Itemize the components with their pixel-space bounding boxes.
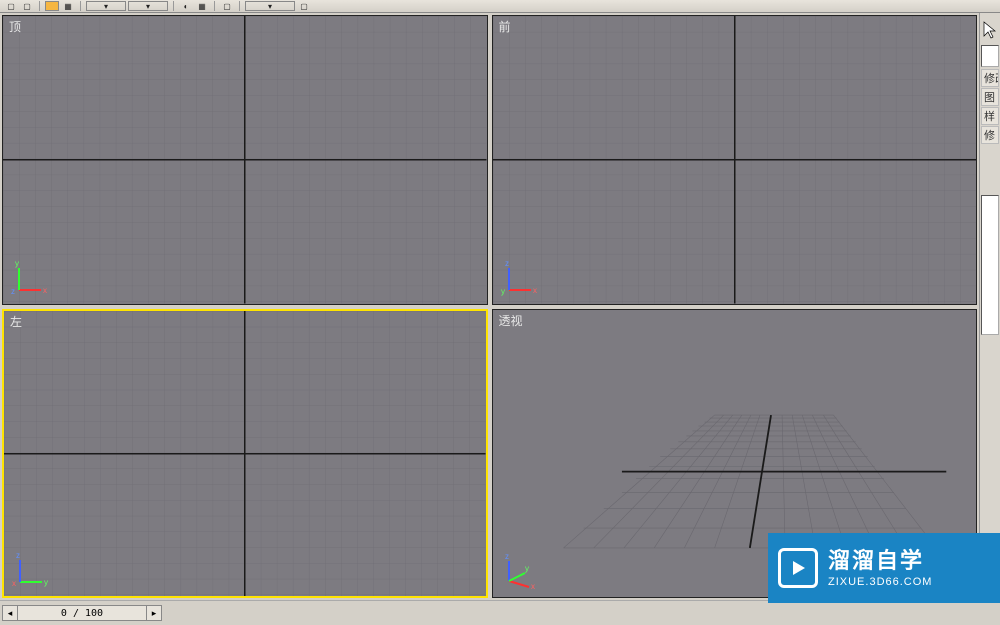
select-cursor-icon[interactable]	[980, 17, 1000, 43]
spline-row[interactable]: 样	[981, 107, 999, 125]
svg-text:y: y	[525, 564, 529, 573]
command-panel: 修改 图 样 修	[979, 13, 1000, 600]
svg-text:z: z	[505, 259, 509, 268]
axis-gizmo-icon: y z x	[12, 550, 52, 590]
viewport-label: 顶	[9, 18, 21, 35]
watermark-url: ZIXUE.3D66.COM	[828, 575, 932, 589]
toolbar-button[interactable]	[45, 1, 59, 11]
axis-gizmo-icon: x z y	[501, 258, 541, 298]
viewport-front[interactable]: 前 x z y	[492, 15, 978, 305]
viewport-grid	[4, 311, 486, 597]
svg-text:x: x	[531, 582, 535, 591]
viewport-label: 左	[10, 313, 22, 330]
toolbar-button[interactable]: ▢	[220, 1, 234, 11]
viewport-container: 顶 x y z	[2, 15, 977, 598]
name-input[interactable]	[981, 45, 999, 67]
viewport-grid	[3, 16, 487, 304]
scroll-right-button[interactable]: ▸	[146, 605, 162, 621]
viewport-label: 前	[499, 18, 511, 35]
watermark-title: 溜溜自学	[828, 547, 932, 576]
svg-text:z: z	[11, 287, 15, 296]
status-bar: ◂ 0 / 100 ▸	[0, 600, 1000, 625]
viewport-top[interactable]: 顶 x y z	[2, 15, 488, 305]
viewport-left[interactable]: 左 y z x	[2, 309, 488, 599]
toolbar-button[interactable]: ▦	[61, 1, 75, 11]
toolbar-button[interactable]: ▦	[195, 1, 209, 11]
toolbar-dropdown[interactable]: ▾	[86, 1, 126, 11]
toolbar-button[interactable]: ▢	[20, 1, 34, 11]
toolbar-button[interactable]: ▢	[4, 1, 18, 11]
viewport-grid	[493, 16, 977, 304]
modify-tab[interactable]: 修改	[981, 69, 999, 87]
svg-text:z: z	[16, 551, 20, 560]
svg-text:z: z	[505, 552, 509, 561]
toolbar-button[interactable]: ◐	[179, 1, 193, 11]
scroll-left-button[interactable]: ◂	[2, 605, 18, 621]
svg-text:y: y	[15, 259, 19, 268]
watermark-badge: 溜溜自学 ZIXUE.3D66.COM	[768, 533, 1000, 603]
svg-text:x: x	[533, 286, 537, 295]
params-row[interactable]: 修	[981, 126, 999, 144]
time-slider[interactable]: ◂ 0 / 100 ▸	[2, 605, 998, 621]
svg-text:y: y	[501, 287, 505, 296]
modifier-stack[interactable]	[981, 195, 999, 335]
shape-row[interactable]: 图	[981, 88, 999, 106]
toolbar-button[interactable]: ▢	[297, 1, 311, 11]
axis-gizmo-icon: x z y	[501, 551, 541, 591]
toolbar-dropdown[interactable]: ▾	[128, 1, 168, 11]
svg-text:x: x	[12, 579, 16, 588]
axis-gizmo-icon: x y z	[11, 258, 51, 298]
viewport-label: 透视	[499, 312, 523, 329]
svg-text:y: y	[44, 578, 48, 587]
main-toolbar: ▢ ▢ ▦ ▾ ▾ ◐ ▦ ▢ ▾ ▢	[0, 0, 1000, 13]
play-icon	[778, 548, 818, 588]
toolbar-dropdown[interactable]: ▾	[245, 1, 295, 11]
svg-text:x: x	[43, 286, 47, 295]
time-display[interactable]: 0 / 100	[18, 605, 146, 621]
